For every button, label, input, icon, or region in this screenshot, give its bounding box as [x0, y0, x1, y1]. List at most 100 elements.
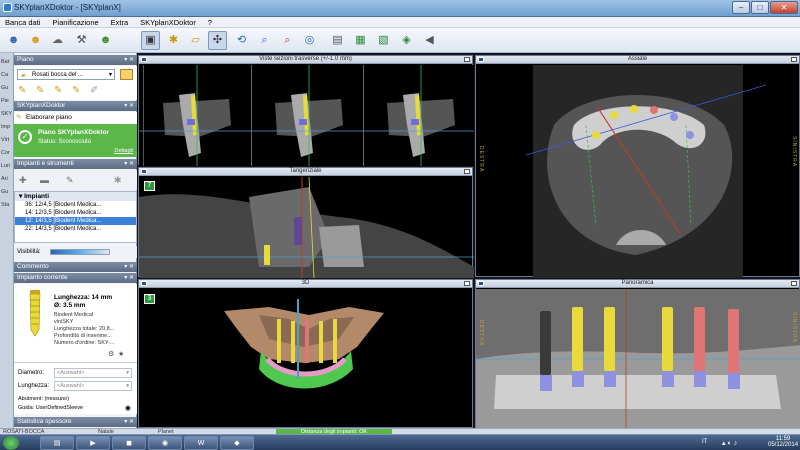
- strip-label[interactable]: Lun: [1, 163, 12, 170]
- export-icon[interactable]: ▤: [328, 31, 347, 50]
- crosshair-icon[interactable]: ✣: [208, 31, 227, 50]
- delete-icon[interactable]: ✐: [90, 85, 102, 96]
- maximize-view-icon[interactable]: [791, 281, 797, 286]
- view-menu-icon[interactable]: [478, 281, 484, 286]
- tangential-view[interactable]: Tangenziale 7: [138, 167, 474, 278]
- panoramic-view[interactable]: Panoramica DESTRA SINISTRA: [475, 279, 800, 429]
- tree-root[interactable]: ▾ Impianti: [15, 192, 136, 201]
- explorer-icon[interactable]: ▤: [40, 436, 74, 450]
- zoom-icon[interactable]: ⌕: [255, 31, 274, 50]
- maximize-view-icon[interactable]: [464, 57, 470, 62]
- strip-label[interactable]: Imp: [1, 124, 12, 131]
- strip-label[interactable]: Virt: [1, 137, 12, 144]
- pin-icon[interactable]: ▾ ✕: [124, 55, 134, 65]
- maximize-button[interactable]: □: [751, 1, 769, 14]
- maximize-view-icon[interactable]: [464, 169, 470, 174]
- duplicate-icon[interactable]: ✎: [72, 85, 84, 96]
- ruler-icon[interactable]: ▱: [186, 31, 205, 50]
- tree-item-implant[interactable]: 22: 14/3,5 [Biodent Medica...: [15, 225, 136, 233]
- tree-item-implant[interactable]: 14: 12/3,5 [Biodent Medica...: [15, 209, 136, 217]
- pin-icon[interactable]: ▾ ✕: [124, 262, 134, 272]
- copy-icon[interactable]: ✎: [36, 85, 48, 96]
- left-dock-strip: Bar Ca Gu Pie SKY Imp Virt Cor Lun Ari G…: [0, 53, 14, 428]
- menu-help[interactable]: ?: [203, 17, 217, 28]
- zoom-region-icon[interactable]: ⌕: [278, 31, 297, 50]
- layers-icon[interactable]: ▧: [374, 31, 393, 50]
- tools-icon[interactable]: ⚒: [72, 31, 91, 50]
- plan-select[interactable]: ▰ Rosati bocca del ... ▾: [17, 69, 115, 80]
- strip-label[interactable]: Gu: [1, 85, 12, 92]
- sky-app-icon[interactable]: ◆: [220, 436, 254, 450]
- guide-info[interactable]: Guida: UserDefinedSleeve: [18, 405, 83, 411]
- strip-label[interactable]: Pie: [1, 98, 12, 105]
- save-icon[interactable]: ✎: [18, 85, 30, 96]
- menu-skyplanxdoktor[interactable]: SKYplanXDoktor: [135, 17, 201, 28]
- sound-icon[interactable]: ◀: [420, 31, 439, 50]
- strip-label[interactable]: Sta: [1, 202, 12, 209]
- add-implant-icon[interactable]: ✚: [19, 175, 27, 186]
- strip-label[interactable]: Cor: [1, 150, 12, 157]
- strip-label[interactable]: Gu: [1, 189, 12, 196]
- maximize-view-icon[interactable]: [464, 281, 470, 286]
- close-button[interactable]: ✕: [770, 1, 798, 14]
- menu-pianificazione[interactable]: Pianificazione: [47, 17, 103, 28]
- edit-implant-icon[interactable]: ✎: [66, 175, 74, 186]
- tree-item-implant[interactable]: 36: 12/4,5 [Biodent Medica...: [15, 201, 136, 209]
- cross-section-view[interactable]: Viste sezioni trasverse (+/-1.0 mm): [138, 55, 474, 166]
- zoom-fit-icon[interactable]: ◎: [300, 31, 319, 50]
- view-menu-icon[interactable]: [141, 169, 147, 174]
- layout-icon[interactable]: ▣: [141, 31, 160, 50]
- view-menu-icon[interactable]: [141, 281, 147, 286]
- implant-info: Biodent Medical viniSKY Lunghezza totale…: [54, 312, 134, 347]
- view-menu-icon[interactable]: [478, 57, 484, 62]
- patient-add-icon[interactable]: ☻: [96, 31, 115, 50]
- visibility-slider[interactable]: [50, 249, 110, 255]
- strip-label[interactable]: Ari: [1, 176, 12, 183]
- length-select[interactable]: <Auswahl> ▾: [54, 381, 132, 391]
- clock[interactable]: 11:59 05/12/2014: [768, 436, 798, 448]
- sky-icon[interactable]: ◼: [112, 436, 146, 450]
- view-menu-icon[interactable]: [141, 57, 147, 62]
- elaborate-plan-item[interactable]: ✎ Elaborare piano: [14, 112, 137, 124]
- implant-icon[interactable]: ✱: [164, 31, 183, 50]
- language-indicator[interactable]: IT: [702, 439, 707, 445]
- plan-name: Piano SKYplanXDoktor: [38, 129, 110, 136]
- rotate-icon[interactable]: ⟲: [232, 31, 251, 50]
- pin-icon[interactable]: ▾ ✕: [124, 159, 134, 169]
- strip-label[interactable]: SKY: [1, 111, 12, 118]
- details-link[interactable]: Dettagli: [114, 148, 133, 154]
- patient-icon[interactable]: ☻: [4, 31, 23, 50]
- settings-icon[interactable]: ⚙: [108, 350, 114, 358]
- start-icon[interactable]: [3, 436, 19, 450]
- open-plan-button[interactable]: [120, 69, 133, 80]
- minimize-button[interactable]: –: [732, 1, 750, 14]
- word-icon[interactable]: W: [184, 436, 218, 450]
- tray-icons[interactable]: ▴ ◐ ♪: [722, 439, 737, 447]
- eye-icon[interactable]: ◉: [125, 404, 131, 412]
- edit-icon[interactable]: ✎: [54, 85, 66, 96]
- 3d-view[interactable]: 3D 3: [138, 279, 473, 428]
- strip-label[interactable]: Bar: [1, 59, 12, 66]
- pin-icon[interactable]: ▾ ✕: [124, 101, 134, 111]
- implant-tool-icon[interactable]: ✱: [114, 175, 122, 186]
- maximize-view-icon[interactable]: [791, 57, 797, 62]
- mediaplayer-icon[interactable]: ▶: [76, 436, 110, 450]
- pin-icon[interactable]: ▾ ✕: [124, 417, 134, 427]
- patient-open-icon[interactable]: ☻: [26, 31, 45, 50]
- menu-extra[interactable]: Extra: [106, 17, 134, 28]
- group-icon[interactable]: ▦: [351, 31, 370, 50]
- remove-icon[interactable]: ▬: [40, 175, 49, 185]
- cloud-icon[interactable]: ☁: [48, 31, 67, 50]
- star-icon[interactable]: ★: [118, 350, 124, 358]
- measure-icon[interactable]: ◈: [397, 31, 416, 50]
- app-icon: [3, 3, 12, 12]
- abutment-info[interactable]: Abutment: (nessuno): [18, 396, 69, 402]
- pin-icon[interactable]: ▾ ✕: [124, 273, 134, 283]
- axial-view[interactable]: Assiale DESTRA SINISTRA: [475, 55, 800, 278]
- chevron-down-icon: ▾: [108, 72, 112, 78]
- tree-item-implant-selected[interactable]: 12: 14/3,5 [Biodent Medica...: [15, 217, 136, 225]
- diameter-select[interactable]: <Auswahl> ▾: [54, 368, 132, 378]
- strip-label[interactable]: Ca: [1, 72, 12, 79]
- chrome-icon[interactable]: ◉: [148, 436, 182, 450]
- menu-banca-dati[interactable]: Banca dati: [0, 17, 45, 28]
